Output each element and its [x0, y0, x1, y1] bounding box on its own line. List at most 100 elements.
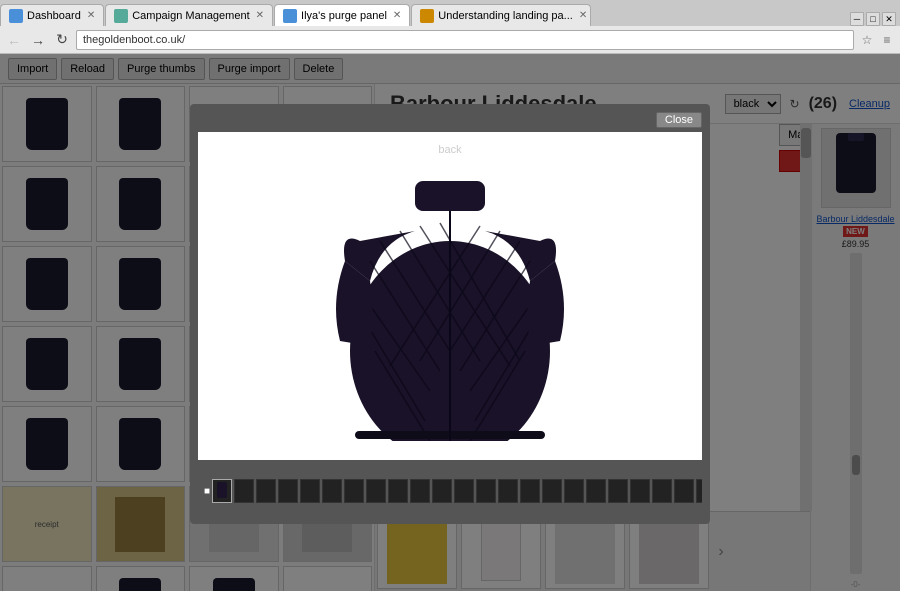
tab-campaign[interactable]: Campaign Management ✕: [105, 4, 273, 26]
film-thumb-11[interactable]: [432, 479, 452, 503]
jacket-thumb-5-2: [119, 418, 161, 470]
film-thumb-21[interactable]: [652, 479, 672, 503]
thumb-cell-7-3[interactable]: [189, 566, 279, 591]
jacket-thumb-7-3: [213, 578, 255, 591]
panel-thumb[interactable]: [821, 128, 891, 208]
reload-button[interactable]: Reload: [61, 58, 114, 80]
purge-import-button[interactable]: Purge import: [209, 58, 290, 80]
film-thumb-4[interactable]: [278, 479, 298, 503]
color-refresh-icon[interactable]: ↻: [785, 94, 805, 114]
thumb-cell-1-2[interactable]: [96, 86, 186, 162]
film-thumb-22[interactable]: [674, 479, 694, 503]
thumb-cell-7-2[interactable]: [96, 566, 186, 591]
page-content: Import Reload Purge thumbs Purge import …: [0, 54, 900, 591]
film-thumb-10[interactable]: [410, 479, 430, 503]
main-scroll-thumb: [801, 128, 811, 158]
tab-purge[interactable]: Ilya's purge panel ✕: [274, 4, 410, 26]
panel-scroll-thumb: [852, 455, 860, 475]
btm-thumb-img-3: [555, 519, 615, 584]
film-thumb-2[interactable]: [234, 479, 254, 503]
thumb-cell-6-2[interactable]: [96, 486, 186, 562]
thumb-cell-3-2[interactable]: [96, 246, 186, 322]
refresh-button[interactable]: ↻: [52, 30, 72, 50]
tab-close-landing[interactable]: ✕: [579, 10, 587, 21]
thumb-cell-2-2[interactable]: [96, 166, 186, 242]
thumb-cell-7-4[interactable]: [283, 566, 373, 591]
film-thumb-17[interactable]: [564, 479, 584, 503]
film-thumb-3[interactable]: [256, 479, 276, 503]
thumb-cell-5-2[interactable]: [96, 406, 186, 482]
film-thumb-14[interactable]: [498, 479, 518, 503]
bottom-thumb-1[interactable]: [377, 514, 457, 589]
thumb-cell-3-1[interactable]: [2, 246, 92, 322]
tab-close-campaign[interactable]: ✕: [256, 10, 264, 21]
import-button[interactable]: Import: [8, 58, 57, 80]
thumb-cell-7-1[interactable]: [2, 566, 92, 591]
film-thumb-12[interactable]: [454, 479, 474, 503]
btm-thumb-figure-2: [481, 523, 521, 581]
thumb-cell-4-2[interactable]: [96, 326, 186, 402]
nav-bar: ← → ↻ thegoldenboot.co.uk/ ☆ ≡: [0, 26, 900, 54]
window-close[interactable]: ✕: [882, 12, 896, 26]
window-minimize[interactable]: ─: [850, 12, 864, 26]
thumb-cell-4-1[interactable]: [2, 326, 92, 402]
jacket-thumb-1-1: [26, 98, 68, 150]
tab-dashboard[interactable]: Dashboard ✕: [0, 4, 104, 26]
thumb-cell-1-1[interactable]: [2, 86, 92, 162]
bottom-thumb-2[interactable]: [461, 514, 541, 589]
bottom-thumb-3[interactable]: [545, 514, 625, 589]
panel-scroll-position: -0-: [849, 578, 863, 591]
purge-thumbs-button[interactable]: Purge thumbs: [118, 58, 204, 80]
color-select[interactable]: black: [725, 94, 781, 114]
film-thumb-1[interactable]: [212, 479, 232, 503]
image-modal: Close back: [190, 104, 710, 524]
bottom-thumbs-next[interactable]: ›: [711, 543, 731, 561]
tab-favicon-purge: [283, 9, 297, 23]
modal-close-button[interactable]: Close: [656, 112, 702, 128]
filmstrip-cursor: ■: [204, 486, 210, 497]
film-thumb-5[interactable]: [300, 479, 320, 503]
delete-button[interactable]: Delete: [294, 58, 344, 80]
back-button[interactable]: ←: [4, 30, 24, 50]
main-scrollbar[interactable]: [800, 124, 812, 511]
jacket-thumb-3-2: [119, 258, 161, 310]
film-thumb-18[interactable]: [586, 479, 606, 503]
btm-thumb-img-2: [471, 519, 531, 584]
film-thumb-23[interactable]: [696, 479, 702, 503]
film-thumb-19[interactable]: [608, 479, 628, 503]
thumb-img-6-2: [115, 497, 165, 552]
forward-button[interactable]: →: [28, 30, 48, 50]
tab-label-campaign: Campaign Management: [132, 10, 249, 22]
film-thumb-13[interactable]: [476, 479, 496, 503]
tab-landing[interactable]: Understanding landing pa... ✕: [411, 4, 591, 26]
modal-close-row: Close: [198, 112, 702, 128]
address-text: thegoldenboot.co.uk/: [83, 34, 185, 46]
film-thumb-8[interactable]: [366, 479, 386, 503]
film-thumb-20[interactable]: [630, 479, 650, 503]
jacket-thumb-3-1: [26, 258, 68, 310]
window-maximize[interactable]: □: [866, 12, 880, 26]
thumb-cell-5-1[interactable]: [2, 406, 92, 482]
thumb-cell-2-1[interactable]: [2, 166, 92, 242]
modal-jacket-image: [320, 151, 580, 441]
menu-icon[interactable]: ≡: [878, 31, 896, 49]
tab-close-dashboard[interactable]: ✕: [87, 10, 95, 21]
address-bar[interactable]: thegoldenboot.co.uk/: [76, 30, 854, 50]
film-thumb-15[interactable]: [520, 479, 540, 503]
film-thumb-16[interactable]: [542, 479, 562, 503]
panel-new-badge: NEW: [843, 226, 868, 237]
cleanup-button[interactable]: Cleanup: [849, 98, 890, 110]
film-thumb-7[interactable]: [344, 479, 364, 503]
jacket-thumb-4-2: [119, 338, 161, 390]
count-badge: (26): [809, 95, 837, 113]
film-thumb-6[interactable]: [322, 479, 342, 503]
tab-close-purge[interactable]: ✕: [393, 10, 401, 21]
panel-scrollbar[interactable]: [850, 253, 862, 574]
bookmark-icon[interactable]: ☆: [858, 31, 876, 49]
panel-product-name[interactable]: Barbour Liddesdale: [816, 214, 894, 224]
bottom-thumb-4[interactable]: [629, 514, 709, 589]
film-thumb-9[interactable]: [388, 479, 408, 503]
thumb-cell-6-1[interactable]: receipt: [2, 486, 92, 562]
panel-price: £89.95: [842, 239, 870, 249]
toolbar: Import Reload Purge thumbs Purge import …: [0, 54, 900, 84]
